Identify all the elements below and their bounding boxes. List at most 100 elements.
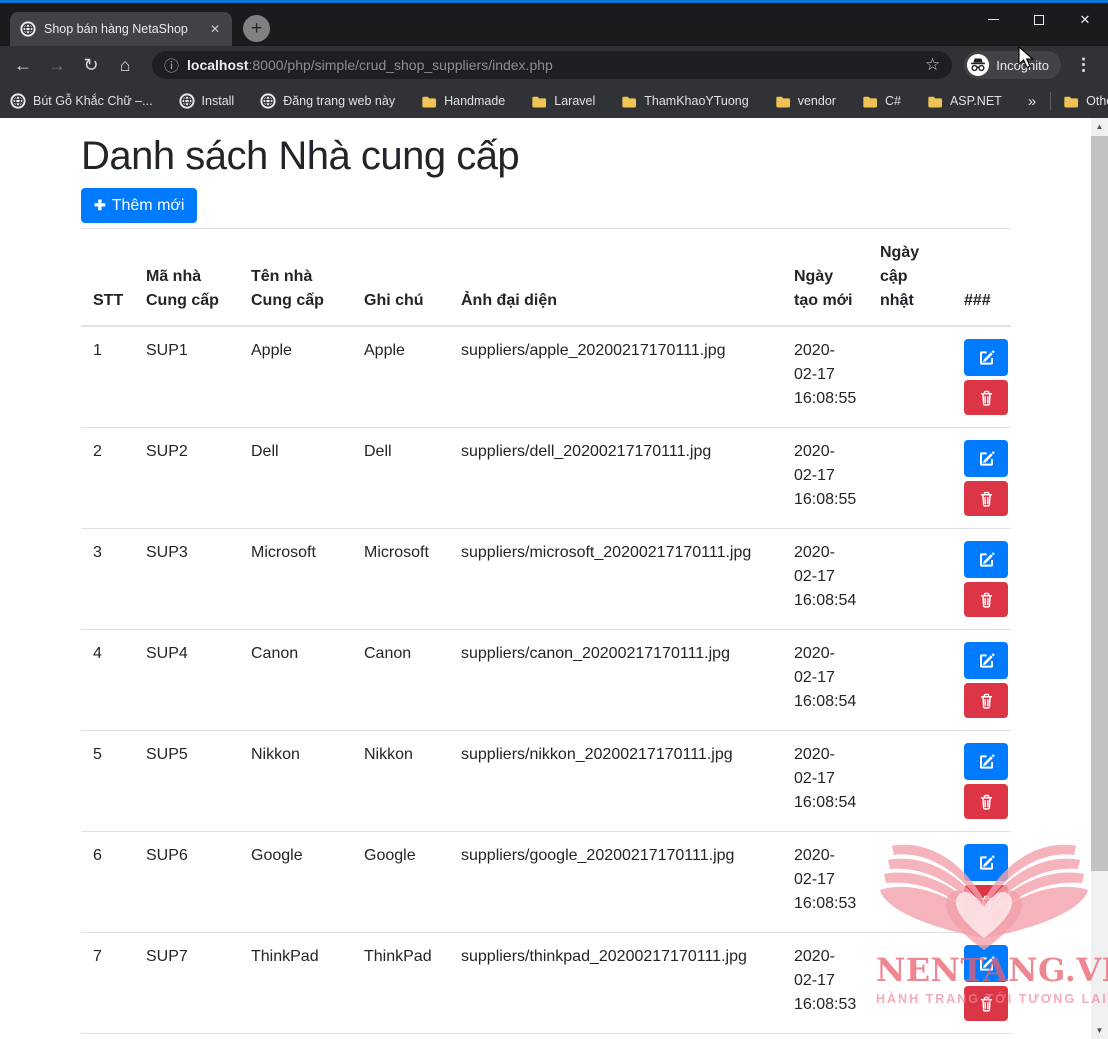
folder-icon bbox=[421, 94, 437, 109]
scrollbar-thumb[interactable] bbox=[1091, 136, 1108, 871]
edit-pencil-icon bbox=[977, 752, 996, 771]
cell-created: 2020-02-17 16:08:54 bbox=[782, 630, 868, 731]
bookmarks-right-group: » Other bookmarks bbox=[1028, 92, 1108, 110]
home-button[interactable]: ⌂ bbox=[110, 50, 140, 80]
window-controls: ✕ bbox=[970, 3, 1108, 36]
cell-name: Nikkon bbox=[239, 731, 352, 832]
edit-button[interactable] bbox=[964, 945, 1008, 982]
bookmark-item[interactable]: C# bbox=[862, 94, 901, 109]
cell-code: SUP8 bbox=[134, 1034, 239, 1039]
page-title: Danh sách Nhà cung cấp bbox=[81, 134, 1011, 178]
cell-image: suppliers/dell_20200217170111.jpg bbox=[449, 428, 782, 529]
bookmark-item[interactable]: Handmade bbox=[421, 94, 505, 109]
scrollbar-up-icon[interactable]: ▲ bbox=[1091, 118, 1108, 135]
forward-button[interactable]: → bbox=[42, 50, 72, 80]
incognito-icon bbox=[967, 54, 989, 76]
url-host: localhost bbox=[187, 57, 248, 73]
cell-note: Microsoft bbox=[352, 529, 449, 630]
edit-button[interactable] bbox=[964, 339, 1008, 376]
delete-button[interactable] bbox=[964, 380, 1008, 415]
other-bookmarks-label: Other bookmarks bbox=[1086, 94, 1108, 108]
cell-created: 2020-02-17 16:08:53 bbox=[782, 933, 868, 1034]
edit-button[interactable] bbox=[964, 440, 1008, 477]
column-header: ### bbox=[952, 229, 1011, 327]
edit-pencil-icon bbox=[977, 348, 996, 367]
edit-button[interactable] bbox=[964, 541, 1008, 578]
cell-code: SUP1 bbox=[134, 326, 239, 428]
folder-icon bbox=[1063, 94, 1079, 109]
cell-updated bbox=[868, 832, 952, 933]
other-bookmarks-button[interactable]: Other bookmarks bbox=[1063, 94, 1108, 109]
add-new-button[interactable]: ✚ Thêm mới bbox=[81, 188, 197, 223]
folder-icon bbox=[775, 94, 791, 109]
bookmark-item[interactable]: Đăng trang web này bbox=[260, 93, 395, 109]
scrollbar-down-icon[interactable]: ▼ bbox=[1091, 1022, 1108, 1039]
trash-icon bbox=[978, 591, 995, 609]
tab-title: Shop bán hàng NetaShop bbox=[44, 22, 206, 36]
cell-updated bbox=[868, 731, 952, 832]
delete-button[interactable] bbox=[964, 784, 1008, 819]
browser-menu-icon[interactable]: ⋮ bbox=[1067, 55, 1100, 75]
window-close-button[interactable]: ✕ bbox=[1062, 3, 1108, 36]
cell-actions bbox=[952, 630, 1011, 731]
cell-note: ThinkPad bbox=[352, 933, 449, 1034]
browser-window: Shop bán hàng NetaShop ✕ + ✕ ← → ↻ ⌂ ⓘ l… bbox=[0, 0, 1108, 118]
edit-pencil-icon bbox=[977, 449, 996, 468]
bookmarks-bar: Bút Gỗ Khắc Chữ –... Install Đăng trang … bbox=[0, 84, 1108, 118]
column-header: Tên nhà Cung cấp bbox=[239, 229, 352, 327]
cell-actions bbox=[952, 933, 1011, 1034]
cell-updated bbox=[868, 933, 952, 1034]
mouse-cursor bbox=[1018, 46, 1040, 70]
trash-icon bbox=[978, 995, 995, 1013]
delete-button[interactable] bbox=[964, 683, 1008, 718]
delete-button[interactable] bbox=[964, 582, 1008, 617]
browser-tab[interactable]: Shop bán hàng NetaShop ✕ bbox=[10, 12, 232, 46]
cell-name: Apple bbox=[239, 326, 352, 428]
cell-name: Dell bbox=[239, 428, 352, 529]
delete-button[interactable] bbox=[964, 885, 1008, 920]
web-page: Danh sách Nhà cung cấp ✚ Thêm mới STTMã … bbox=[0, 118, 1108, 1039]
page-info-icon[interactable]: ⓘ bbox=[164, 55, 179, 76]
window-maximize-button[interactable] bbox=[1016, 3, 1062, 36]
globe-icon bbox=[10, 93, 26, 109]
trash-icon bbox=[978, 490, 995, 508]
bookmark-item[interactable]: Laravel bbox=[531, 94, 595, 109]
delete-button[interactable] bbox=[964, 986, 1008, 1021]
table-row: 8SUP8SamsungSamsungsuppliers/samsung_202… bbox=[81, 1034, 1011, 1039]
bookmark-item[interactable]: ThamKhaoYTuong bbox=[621, 94, 748, 109]
bookmark-item[interactable]: vendor bbox=[775, 94, 836, 109]
column-header: STT bbox=[81, 229, 134, 327]
cell-stt: 6 bbox=[81, 832, 134, 933]
tab-close-icon[interactable]: ✕ bbox=[206, 20, 224, 38]
cell-image: suppliers/thinkpad_20200217170111.jpg bbox=[449, 933, 782, 1034]
cell-note: Apple bbox=[352, 326, 449, 428]
cell-image: suppliers/microsoft_20200217170111.jpg bbox=[449, 529, 782, 630]
bookmark-item[interactable]: Install bbox=[179, 93, 235, 109]
cell-note: Samsung bbox=[352, 1034, 449, 1039]
cell-updated bbox=[868, 1034, 952, 1039]
trash-icon bbox=[978, 793, 995, 811]
back-button[interactable]: ← bbox=[8, 50, 38, 80]
cell-image: suppliers/google_20200217170111.jpg bbox=[449, 832, 782, 933]
bookmark-label: Bút Gỗ Khắc Chữ –... bbox=[33, 94, 153, 108]
edit-button[interactable] bbox=[964, 642, 1008, 679]
minimize-icon bbox=[988, 19, 999, 20]
reload-button[interactable]: ↻ bbox=[76, 50, 106, 80]
maximize-icon bbox=[1034, 15, 1044, 25]
edit-button[interactable] bbox=[964, 844, 1008, 881]
bookmarks-overflow-chevron-icon[interactable]: » bbox=[1028, 93, 1036, 110]
bookmark-star-icon[interactable]: ☆ bbox=[925, 55, 940, 75]
column-header: Ngày cập nhật bbox=[868, 229, 952, 327]
edit-button[interactable] bbox=[964, 743, 1008, 780]
cell-actions bbox=[952, 832, 1011, 933]
bookmark-item[interactable]: Bút Gỗ Khắc Chữ –... bbox=[10, 93, 153, 109]
cell-created: 2020-02-17 16:08:54 bbox=[782, 529, 868, 630]
bookmark-item[interactable]: ASP.NET bbox=[927, 94, 1002, 109]
page-scrollbar[interactable]: ▲ ▼ bbox=[1091, 118, 1108, 1039]
address-bar[interactable]: ⓘ localhost :8000/php/simple/crud_shop_s… bbox=[152, 51, 952, 79]
delete-button[interactable] bbox=[964, 481, 1008, 516]
new-tab-button[interactable]: + bbox=[243, 15, 270, 42]
trash-icon bbox=[978, 389, 995, 407]
globe-icon bbox=[179, 93, 195, 109]
window-minimize-button[interactable] bbox=[970, 3, 1016, 36]
